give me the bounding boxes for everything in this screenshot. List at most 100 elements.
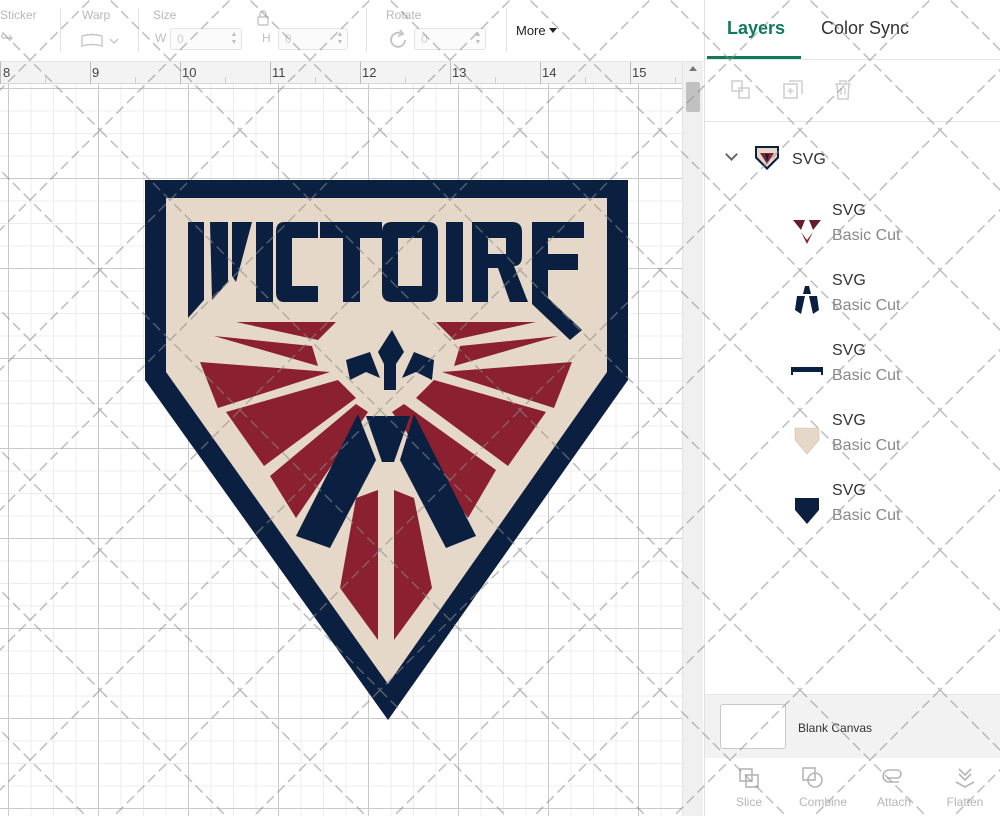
scroll-up-icon[interactable] [689, 66, 697, 71]
layer-row[interactable]: SVG Basic Cut [775, 198, 1000, 262]
scrollbar-thumb[interactable] [686, 82, 700, 112]
ruler-number: 13 [452, 65, 467, 80]
blank-canvas-swatch[interactable] [720, 704, 786, 749]
slice-icon [739, 768, 759, 788]
ruler-tick [540, 62, 541, 84]
ruler-tick [180, 62, 181, 84]
toolbar-divider [366, 8, 367, 52]
ruler-minor-tick [45, 77, 46, 83]
ruler-tick [630, 62, 631, 84]
height-letter: H [262, 31, 271, 45]
size-label: Size [153, 8, 177, 22]
flatten-label: Flatten [946, 795, 984, 809]
layer-row[interactable]: SVG Basic Cut [775, 478, 1000, 542]
combine-button[interactable]: Combine [793, 762, 853, 816]
blank-canvas-bar: Blank Canvas [705, 694, 1000, 758]
layer-name: SVG [832, 272, 866, 289]
rotate-value: 0 [421, 32, 428, 46]
ruler-tick [90, 62, 91, 84]
group-icon[interactable] [729, 78, 753, 102]
rotate-input[interactable]: 0 ▲ ▼ [414, 28, 486, 50]
more-button[interactable]: More [516, 23, 557, 38]
height-input[interactable]: 0 ▲ ▼ [278, 28, 348, 50]
lock-icon[interactable] [256, 10, 270, 26]
victoire-logo[interactable] [0, 84, 682, 816]
warp-label: Warp [82, 8, 111, 22]
layer-cut-type: Basic Cut [832, 367, 901, 384]
ruler-number: 12 [362, 65, 377, 80]
design-canvas[interactable] [0, 84, 682, 816]
rotate-stepper-icon[interactable]: ▲ ▼ [473, 31, 483, 47]
attach-label: Attach [876, 795, 912, 809]
height-stepper-icon[interactable]: ▲ ▼ [335, 31, 345, 47]
chevron-down-icon[interactable] [725, 148, 738, 161]
rotate-icon[interactable] [386, 28, 410, 52]
paperclip-icon [882, 769, 902, 783]
ruler-minor-tick [405, 77, 406, 83]
layer-cut-type: Basic Cut [832, 227, 901, 244]
ruler-minor-tick [135, 77, 136, 83]
ruler-minor-tick [495, 77, 496, 83]
flatten-icon [955, 768, 975, 788]
ruler-tick [450, 62, 451, 84]
layer-row[interactable]: SVG Basic Cut [775, 268, 1000, 332]
layer-cut-type: Basic Cut [832, 297, 901, 314]
bottom-tools: Slice Combine Attach Flatten [705, 758, 1000, 816]
vertical-scrollbar[interactable] [682, 62, 703, 816]
layer-name: SVG [832, 482, 866, 499]
combine-icon [802, 767, 823, 788]
sticker-icon[interactable]: ↪ [0, 28, 13, 48]
tab-color-sync[interactable]: Color Sync [821, 18, 909, 39]
ruler-minor-tick [315, 77, 316, 83]
width-letter: W [155, 31, 167, 45]
blank-canvas-label: Blank Canvas [798, 721, 873, 735]
ruler-number: 9 [92, 65, 100, 80]
combine-label: Combine [798, 795, 848, 809]
edit-toolbar: Sticker ↪ Warp Size W 0 ▲ ▼ H 0 ▲ ▼ Rotate… [0, 0, 703, 62]
ruler-tick [360, 62, 361, 84]
flatten-button[interactable]: Flatten [935, 762, 995, 816]
layer-name: SVG [832, 202, 866, 219]
ruler-tick [0, 62, 1, 84]
slice-button[interactable]: Slice [719, 762, 779, 816]
ruler-number: 14 [542, 65, 557, 80]
layers-panel: Layers Color Sync SVG SVG Basic Cut SVG … [704, 0, 1000, 816]
layer-cut-type: Basic Cut [832, 507, 901, 524]
width-stepper-icon[interactable]: ▲ ▼ [229, 31, 239, 47]
width-input[interactable]: 0 ▲ ▼ [170, 28, 242, 50]
layer-name: SVG [832, 412, 866, 429]
warp-icon[interactable] [80, 33, 120, 49]
ruler-number: 10 [182, 65, 197, 80]
layer-group-row[interactable]: SVG [705, 140, 1000, 180]
height-value: 0 [285, 32, 292, 46]
ruler-number: 8 [3, 65, 11, 80]
rotate-label: Rotate [386, 8, 422, 22]
tab-layers[interactable]: Layers [727, 18, 785, 39]
beige-shield-shape-icon [794, 427, 820, 455]
ruler-number: 11 [272, 65, 286, 80]
toolbar-divider [138, 8, 139, 52]
duplicate-icon[interactable] [781, 78, 805, 102]
ruler-tick [270, 62, 271, 84]
toolbar-divider [60, 8, 61, 52]
attach-button[interactable]: Attach [864, 762, 924, 816]
navy-bird-shape-icon [795, 286, 819, 314]
panel-tabs: Layers Color Sync [705, 0, 1000, 60]
ruler-minor-tick [585, 77, 586, 83]
layer-actions-bar [705, 60, 1000, 122]
layer-row[interactable]: SVG Basic Cut [775, 338, 1000, 402]
active-tab-indicator [707, 56, 801, 59]
red-wings-shape-icon [793, 220, 821, 244]
caret-down-icon [548, 28, 557, 33]
horizontal-ruler: 8 9 10 11 12 13 14 15 [0, 62, 682, 84]
delete-icon[interactable] [831, 78, 855, 102]
layer-row[interactable]: SVG Basic Cut [775, 408, 1000, 472]
more-label: More [516, 23, 546, 38]
ruler-minor-tick [675, 77, 676, 83]
ruler-minor-tick [225, 77, 226, 83]
ruler-number: 15 [632, 65, 647, 80]
width-value: 0 [177, 32, 184, 46]
victoire-text-shape-icon [791, 367, 823, 375]
group-name: SVG [792, 151, 826, 168]
slice-label: Slice [735, 795, 762, 809]
